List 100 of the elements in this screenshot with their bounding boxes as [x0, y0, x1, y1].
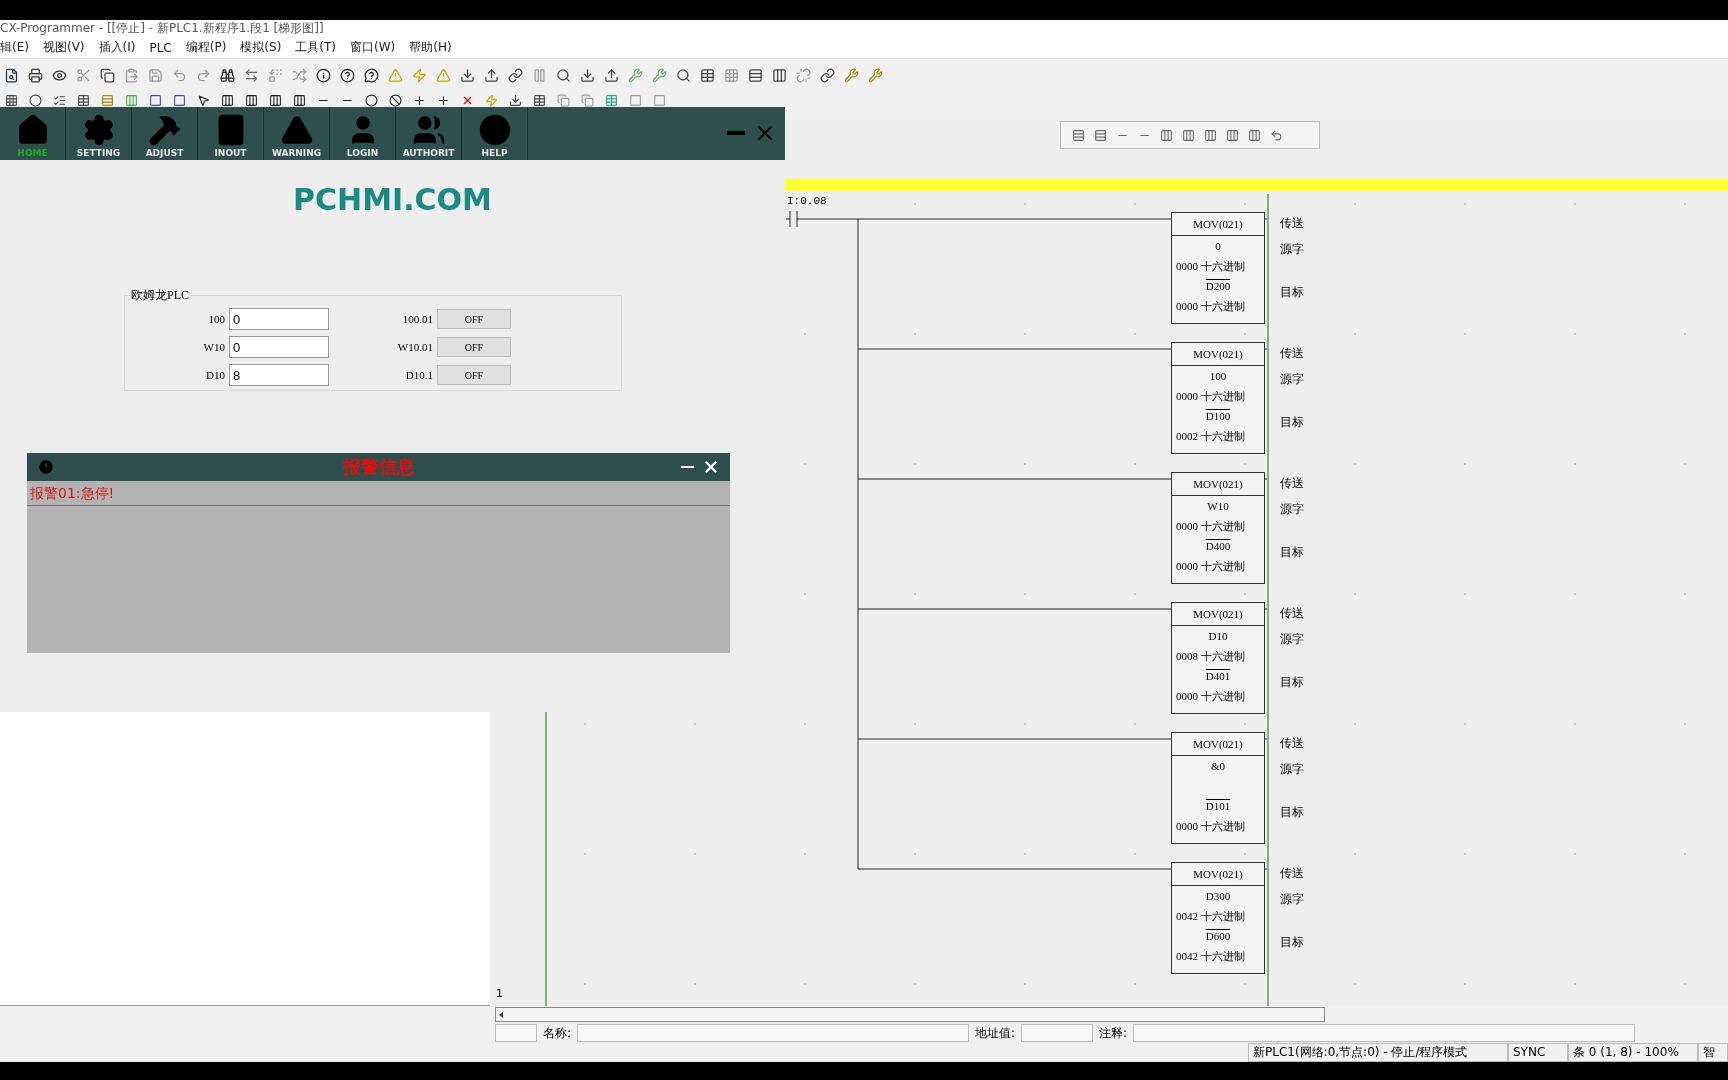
destination-value: 0000 十六进制	[1175, 559, 1246, 574]
circle-icon[interactable]	[362, 93, 380, 107]
instruction-block[interactable]: MOV(021) &0 D101 0000 十六进制	[1171, 732, 1265, 844]
ban-icon[interactable]	[386, 93, 404, 107]
destination-operand: D200	[1204, 279, 1232, 294]
table-icon[interactable]	[698, 66, 716, 84]
source-operand: 100	[1208, 369, 1228, 384]
horizontal-scrollbar[interactable]	[495, 1007, 1325, 1022]
toggle-button[interactable]: OFF	[437, 337, 511, 357]
address-label: 地址值:	[975, 1024, 1016, 1042]
toggle-button[interactable]: OFF	[437, 309, 511, 329]
value-field[interactable]: 0	[229, 308, 329, 330]
operand-comment: 传送	[1280, 865, 1304, 882]
columns-icon[interactable]	[770, 66, 788, 84]
bit-label: D10.1	[405, 369, 433, 381]
destination-value: 0000 十六进制	[1175, 819, 1246, 834]
rung-number: 1	[496, 987, 503, 1000]
field-label: 100	[208, 313, 225, 325]
nav-tab[interactable]: WARNING	[264, 107, 330, 160]
destination-value: 0000 十六进制	[1175, 299, 1246, 314]
toggle-button[interactable]: OFF	[437, 365, 511, 385]
nav-tab[interactable]: AUTHORIT	[396, 107, 462, 160]
wrench-icon[interactable]	[842, 66, 860, 84]
rows-icon[interactable]	[746, 66, 764, 84]
close-icon[interactable]	[702, 458, 720, 476]
name-field[interactable]	[577, 1024, 970, 1042]
info-icon[interactable]	[314, 66, 332, 84]
menu-item[interactable]: PLC	[149, 40, 172, 55]
copy-icon[interactable]	[98, 66, 116, 84]
source-operand: D300	[1204, 889, 1232, 904]
link-icon[interactable]	[506, 66, 524, 84]
instruction-block[interactable]: MOV(021) D300 0042 十六进制 D600 0042 十六进制	[1171, 862, 1265, 974]
status-text: SYNC	[1508, 1043, 1568, 1062]
brand-logo-text: PCHMI.COM	[293, 182, 492, 217]
destination-operand: D400	[1204, 539, 1232, 554]
download-icon[interactable]	[578, 66, 596, 84]
instruction-name: MOV(021)	[1172, 733, 1264, 756]
destination-operand: D600	[1204, 929, 1232, 944]
toggle-field[interactable]	[495, 1024, 537, 1042]
circle-icon[interactable]	[26, 93, 44, 107]
operand-comment: 目标	[1280, 804, 1304, 821]
nav-tab[interactable]: SETTING	[66, 107, 132, 160]
window-title: CX-Programmer - [[停止] - 新PLC1.新程序1.段1 [梯形图]]	[0, 20, 1728, 37]
instruction-name: MOV(021)	[1172, 863, 1264, 886]
alarm-title: 报警信息	[342, 455, 415, 479]
upload-icon[interactable]	[482, 66, 500, 84]
comment-field[interactable]	[1133, 1024, 1636, 1042]
source-operand: D10	[1207, 629, 1229, 644]
destination-value: 0042 十六进制	[1175, 949, 1246, 964]
alert-icon	[37, 458, 55, 476]
menu-item[interactable]: 辑(E)	[0, 39, 29, 56]
nav-tab[interactable]: LOGIN	[330, 107, 396, 160]
wrench-icon[interactable]	[866, 66, 884, 84]
instruction-block[interactable]: MOV(021) D10 0008 十六进制 D401 0000 十六进制	[1171, 602, 1265, 714]
value-field[interactable]: 8	[229, 364, 329, 386]
bit-label: 100.01	[402, 313, 433, 325]
operand-comment: 源字	[1280, 891, 1304, 908]
menu-item[interactable]: 视图(V)	[42, 39, 85, 56]
value-field[interactable]: 0	[229, 336, 329, 358]
instruction-block[interactable]: MOV(021) W10 0000 十六进制 D400 0000 十六进制	[1171, 472, 1265, 584]
name-label: 名称:	[543, 1024, 572, 1042]
question-icon[interactable]	[362, 66, 380, 84]
menu-item[interactable]: 帮助(H)	[409, 39, 452, 56]
source-value: 0042 十六进制	[1175, 909, 1246, 924]
group-title: 欧姆龙PLC	[131, 287, 189, 304]
operand-comment: 源字	[1280, 501, 1304, 518]
operand-comment: 源字	[1280, 761, 1304, 778]
users-icon	[411, 113, 446, 147]
menu-item[interactable]: 插入(I)	[98, 39, 136, 56]
nav-tab[interactable]: ADJUST	[132, 107, 198, 160]
operand-comment: 传送	[1280, 475, 1304, 492]
instruction-block[interactable]: MOV(021) 0 0000 十六进制 D200 0000 十六进制	[1171, 212, 1265, 324]
field-label: D10	[206, 369, 225, 381]
operand-comment: 源字	[1280, 371, 1304, 388]
printer-icon[interactable]	[26, 66, 44, 84]
menu-item[interactable]: 编程(P)	[185, 39, 227, 56]
source-operand: &0	[1209, 759, 1227, 774]
status-text: 新PLC1(网络:0,节点:0) - 停止/程序模式	[1248, 1043, 1508, 1062]
binoculars-icon[interactable]	[218, 66, 236, 84]
menu-item[interactable]: 窗口(W)	[350, 39, 396, 56]
nav-tab[interactable]: HELP	[462, 107, 528, 160]
upload-icon[interactable]	[602, 66, 620, 84]
link-icon[interactable]	[818, 66, 836, 84]
address-field[interactable]	[1021, 1024, 1094, 1042]
destination-value: 0002 十六进制	[1175, 429, 1246, 444]
hammer-icon	[147, 113, 182, 147]
instruction-block[interactable]: MOV(021) 100 0000 十六进制 D100 0002 十六进制	[1171, 342, 1265, 454]
operand-comment: 传送	[1280, 215, 1304, 232]
search-icon[interactable]	[674, 66, 692, 84]
instruction-name: MOV(021)	[1172, 213, 1264, 236]
operand-comment: 目标	[1280, 414, 1304, 431]
download-icon[interactable]	[458, 66, 476, 84]
nav-tab[interactable]: INOUT	[198, 107, 264, 160]
menu-item[interactable]: 模拟(S)	[240, 39, 282, 56]
operand-comment: 源字	[1280, 241, 1304, 258]
operand-comment: 传送	[1280, 735, 1304, 752]
destination-value: 0000 十六进制	[1175, 689, 1246, 704]
bit-label: W10.01	[397, 341, 433, 353]
search-icon[interactable]	[554, 66, 572, 84]
menu-item[interactable]: 工具(T)	[295, 39, 337, 56]
